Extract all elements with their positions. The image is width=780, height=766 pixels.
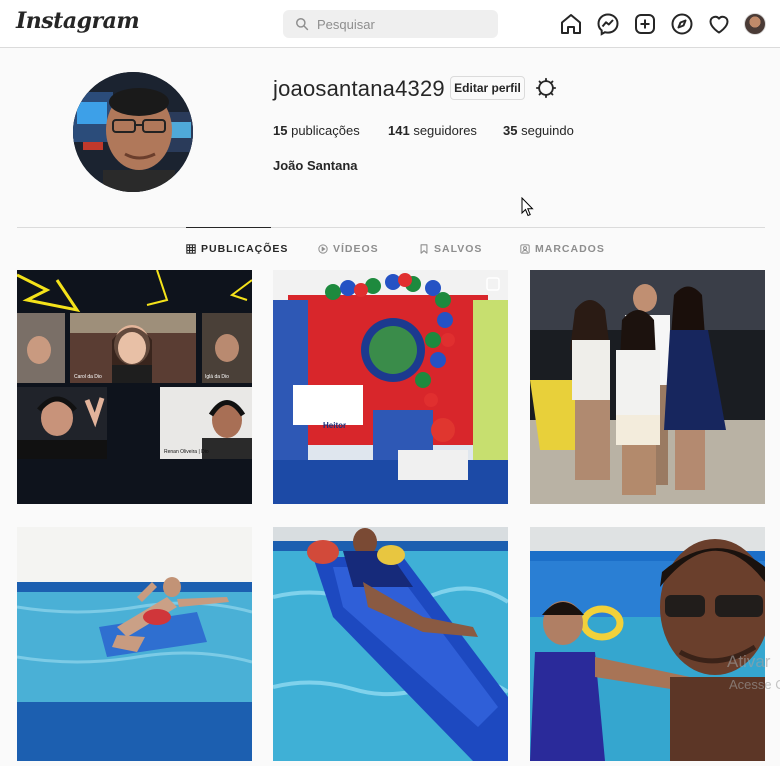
search-box[interactable] bbox=[283, 10, 498, 38]
posts-count: 15 publicações bbox=[273, 123, 360, 138]
activity-heart-icon[interactable] bbox=[707, 12, 731, 36]
bookmark-icon bbox=[420, 244, 428, 254]
tab-label: MARCADOS bbox=[535, 243, 605, 255]
post-thumbnail[interactable]: Heitor bbox=[273, 270, 508, 504]
post-thumbnail[interactable]: Carol da Dio Iglá da Dio Renan Oliveira … bbox=[17, 270, 252, 504]
tab-label: PUBLICAÇÕES bbox=[201, 243, 289, 255]
active-tab-indicator bbox=[186, 227, 271, 228]
explore-icon[interactable] bbox=[670, 12, 694, 36]
edit-profile-button[interactable]: Editar perfil bbox=[450, 76, 525, 100]
tag-person-icon bbox=[520, 244, 530, 254]
posts-count-number: 15 bbox=[273, 123, 288, 138]
mouse-cursor-icon bbox=[521, 197, 534, 217]
activation-watermark-sub: Acesse C bbox=[729, 677, 780, 692]
post-image bbox=[273, 527, 508, 761]
following-count-label: seguindo bbox=[521, 123, 574, 138]
profile-tabs: PUBLICAÇÕES VÍDEOS SALVOS MARCADOS bbox=[0, 243, 780, 257]
search-input[interactable] bbox=[317, 14, 487, 34]
messenger-icon[interactable] bbox=[596, 12, 620, 36]
following-link[interactable]: 35 seguindo bbox=[503, 123, 574, 138]
participant-name: Carol da Dio bbox=[74, 374, 102, 380]
profile-full-name: João Santana bbox=[273, 158, 358, 173]
tab-label: SALVOS bbox=[434, 243, 483, 255]
instagram-logo[interactable]: Instagram bbox=[16, 8, 140, 34]
tab-label: VÍDEOS bbox=[333, 243, 379, 255]
post-thumbnail[interactable] bbox=[530, 527, 765, 761]
tab-videos[interactable]: VÍDEOS bbox=[318, 243, 379, 255]
followers-link[interactable]: 141 seguidores bbox=[388, 123, 477, 138]
tab-publicacoes[interactable]: PUBLICAÇÕES bbox=[186, 243, 288, 255]
banner-text: Heitor bbox=[323, 421, 346, 430]
participant-name: Iglá da Dio bbox=[205, 374, 229, 380]
tabs-divider bbox=[17, 227, 765, 228]
profile-photo bbox=[73, 72, 193, 192]
followers-count-number: 141 bbox=[388, 123, 410, 138]
post-image bbox=[530, 527, 765, 761]
post-thumbnail[interactable] bbox=[17, 527, 252, 761]
post-image bbox=[17, 527, 252, 761]
post-image: Carol da Dio Iglá da Dio Renan Oliveira … bbox=[17, 270, 252, 504]
post-image: Heitor bbox=[273, 270, 508, 504]
activation-watermark: Ativar bbox=[727, 652, 771, 671]
nav-icons bbox=[559, 12, 769, 38]
top-navigation-bar: Instagram bbox=[0, 0, 780, 48]
profile-username: joaosantana4329 bbox=[273, 76, 445, 101]
search-icon bbox=[296, 18, 309, 31]
post-image bbox=[530, 270, 765, 504]
tab-marcados[interactable]: MARCADOS bbox=[520, 243, 605, 255]
play-icon bbox=[318, 244, 328, 254]
following-count-number: 35 bbox=[503, 123, 518, 138]
participant-name: Renan Oliveira | Dio bbox=[164, 449, 209, 455]
profile-avatar[interactable] bbox=[744, 13, 766, 35]
post-thumbnail[interactable] bbox=[530, 270, 765, 504]
followers-count-label: seguidores bbox=[413, 123, 477, 138]
post-thumbnail[interactable] bbox=[273, 527, 508, 761]
tab-salvos[interactable]: SALVOS bbox=[419, 243, 482, 255]
grid-icon bbox=[186, 244, 196, 254]
home-icon[interactable] bbox=[559, 12, 583, 36]
new-post-icon[interactable] bbox=[633, 12, 657, 36]
profile-picture[interactable] bbox=[73, 72, 193, 192]
posts-count-label: publicações bbox=[291, 123, 360, 138]
settings-gear-icon[interactable] bbox=[535, 77, 557, 99]
